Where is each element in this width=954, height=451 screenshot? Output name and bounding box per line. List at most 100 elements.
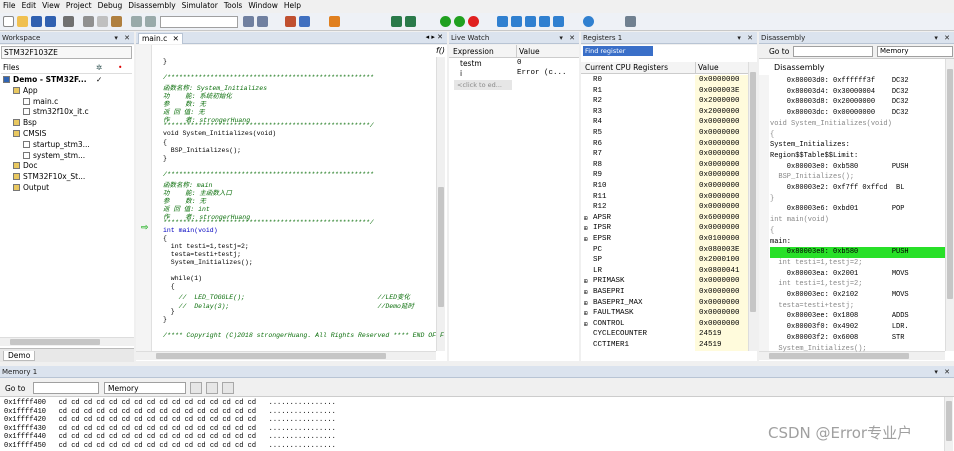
code-line[interactable]: int testi=1,testj=2; (163, 243, 249, 250)
tree-item[interactable]: system_stm... (23, 151, 85, 160)
memory-zone-combo[interactable]: Memory (104, 382, 186, 394)
menu-item[interactable]: Edit (19, 0, 40, 10)
save-all-icon[interactable] (45, 16, 56, 27)
disassembly-line[interactable]: main: (770, 237, 791, 248)
cut-icon[interactable] (83, 16, 94, 27)
undo-icon[interactable] (131, 16, 142, 27)
memory-export-icon[interactable] (206, 382, 218, 394)
disassembly-line[interactable]: 0x80003e0: 0xb580 PUSH (770, 162, 909, 173)
open-file-icon[interactable] (17, 16, 28, 27)
menu-item[interactable]: Window (245, 0, 281, 10)
disassembly-line[interactable]: 0x80003ec: 0x2102 MOVS (770, 290, 909, 301)
register-row[interactable]: LR 0x0800041 (583, 267, 753, 278)
menu-item[interactable]: View (39, 0, 63, 10)
register-row[interactable]: R11 0x0000000 (583, 193, 753, 204)
register-row[interactable]: ⊞ CONTROL 0x0000000 (583, 320, 753, 331)
register-row[interactable]: R5 0x0000000 (583, 129, 753, 140)
code-line[interactable]: { (163, 283, 175, 290)
disassembly-vscroll[interactable] (945, 59, 954, 351)
register-row[interactable]: PC 0x080003E (583, 246, 753, 257)
code-line[interactable]: } (163, 155, 167, 162)
menu-item[interactable]: Simulator (179, 0, 221, 10)
register-row[interactable]: ⊞ BASEPRI 0x0000000 (583, 288, 753, 299)
target-combo[interactable]: STM32F103ZE (1, 46, 132, 59)
register-row[interactable]: ⊞ BASEPRI_MAX 0x0000000 (583, 299, 753, 310)
compile-icon[interactable] (391, 16, 402, 27)
search-icon[interactable] (257, 16, 268, 27)
menu-item[interactable]: Help (281, 0, 304, 10)
code-line[interactable]: } (163, 308, 175, 315)
register-row[interactable]: R10 0x0000000 (583, 182, 753, 193)
tree-item[interactable]: Bsp (13, 118, 37, 127)
tree-item[interactable]: STM32F10x_St... (13, 172, 85, 181)
disassembly-line[interactable]: 0x80003ea: 0x2001 MOVS (770, 269, 909, 280)
disassembly-line[interactable]: 0x80003ee: 0x1808 ADDS (770, 311, 909, 322)
register-row[interactable]: CYCLECOUNTER 24519 (583, 330, 753, 341)
disassembly-line[interactable]: 0x80003dc: 0x00000000 DC32 (770, 108, 909, 119)
col-expression[interactable]: Expression (453, 45, 494, 58)
watch-row[interactable]: testm 0 (449, 59, 579, 69)
gear-icon[interactable]: ✲ (96, 62, 102, 74)
code-line[interactable]: { (163, 139, 167, 146)
register-row[interactable]: ⊞ FAULTMASK 0x0000000 (583, 309, 753, 320)
code-line[interactable]: ****************************************… (163, 219, 374, 226)
tree-item[interactable]: Demo - STM32F... ✓ (3, 75, 102, 84)
panel-controls[interactable]: ▾ ✕ (114, 32, 132, 44)
memory-row[interactable]: 0x1ffff440 cd cd cd cd cd cd cd cd cd cd… (4, 433, 336, 441)
memory-row[interactable]: 0x1ffff410 cd cd cd cd cd cd cd cd cd cd… (4, 408, 336, 416)
tree-item[interactable]: Output (13, 183, 49, 192)
expand-icon[interactable]: ⊞ (584, 310, 588, 317)
code-line[interactable]: void System_Initializes(void) (163, 130, 276, 137)
new-file-icon[interactable] (3, 16, 14, 27)
layout-icon[interactable] (625, 16, 636, 27)
disassembly-line[interactable]: 0x80003d0: 0xffffff3f DC32 (770, 76, 909, 87)
expand-icon[interactable]: ⊞ (584, 236, 588, 243)
code-line[interactable]: testa=testi+testj; (163, 251, 241, 258)
tree-item[interactable]: CMSIS (13, 129, 46, 138)
disassembly-line[interactable]: System_Initializes: (770, 140, 850, 151)
register-row[interactable]: R12 0x0000000 (583, 203, 753, 214)
register-row[interactable]: SP 0x2000100 (583, 256, 753, 267)
stop-build-icon[interactable] (329, 16, 340, 27)
code-line[interactable]: /***************************************… (163, 74, 374, 81)
register-row[interactable]: ⊞ IPSR 0x0000000 (583, 224, 753, 235)
go-to-icon[interactable] (285, 16, 296, 27)
disassembly-line[interactable]: int testi=1,testj=2; (770, 279, 862, 290)
disassembly-line[interactable]: testa=testi+testj; (770, 301, 854, 312)
menu-item[interactable]: Tools (221, 0, 245, 10)
panel-controls[interactable]: ▾ ✕ (934, 366, 952, 378)
step-into-icon[interactable] (525, 16, 536, 27)
disassembly-line[interactable]: void System_Initializes(void) (770, 119, 892, 130)
make-icon[interactable] (405, 16, 416, 27)
code-line[interactable]: { (163, 235, 167, 242)
disassembly-line[interactable]: System_Initializes(); (770, 344, 866, 355)
menu-item[interactable]: Disassembly (125, 0, 178, 10)
download-debug-icon[interactable] (454, 16, 465, 27)
disassembly-line[interactable]: 0x80003d4: 0x30000004 DC32 (770, 87, 909, 98)
disassembly-line[interactable]: Region$$Table$$Limit: (770, 151, 858, 162)
menu-item[interactable]: Project (63, 0, 95, 10)
editor-hscroll[interactable] (136, 351, 436, 360)
workspace-hscroll[interactable] (0, 337, 134, 346)
disassembly-line[interactable]: 0x80003f2: 0x6008 STR (770, 333, 905, 344)
stop-debug-icon[interactable] (468, 16, 479, 27)
register-row[interactable]: R8 0x0000000 (583, 161, 753, 172)
disassembly-line[interactable]: 0x80003e2: 0xf7ff 0xffcd BL (770, 183, 905, 194)
col-register-value[interactable]: Value (695, 62, 719, 74)
break-icon[interactable] (583, 16, 594, 27)
debug-icon[interactable] (440, 16, 451, 27)
col-register-name[interactable]: Current CPU Registers (585, 62, 668, 74)
redo-icon[interactable] (145, 16, 156, 27)
register-row[interactable]: ⊞ EPSR 0x0100000 (583, 235, 753, 246)
disassembly-line[interactable]: } (770, 194, 774, 205)
tree-item[interactable]: App (13, 86, 38, 95)
code-line[interactable]: ****************************************… (163, 122, 374, 129)
expand-icon[interactable]: ⊞ (584, 215, 588, 222)
expand-icon[interactable]: ⊞ (584, 225, 588, 232)
tree-item[interactable]: Doc (13, 161, 38, 170)
disassembly-line[interactable]: 0x80003e8: 0xb580 PUSH (770, 247, 945, 258)
expand-icon[interactable]: ⊞ (584, 300, 588, 307)
disassembly-line[interactable]: int testi=1,testj=2; (770, 258, 862, 269)
disassembly-line[interactable]: 0x80003d8: 0x20000000 DC32 (770, 97, 909, 108)
tree-item[interactable]: main.c (23, 97, 58, 106)
